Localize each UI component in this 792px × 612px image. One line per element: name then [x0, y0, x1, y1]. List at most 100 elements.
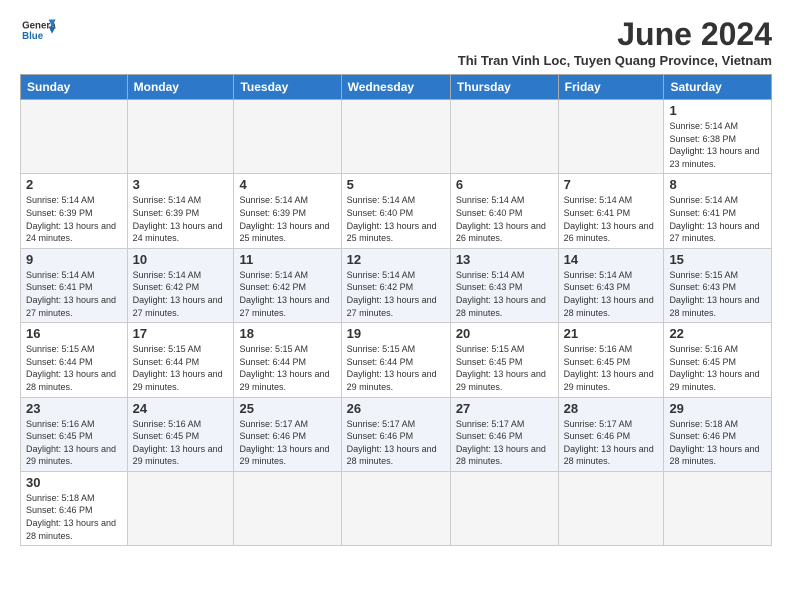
calendar-cell [127, 100, 234, 174]
calendar-cell: 25Sunrise: 5:17 AM Sunset: 6:46 PM Dayli… [234, 397, 341, 471]
weekday-header-monday: Monday [127, 75, 234, 100]
day-info: Sunrise: 5:15 AM Sunset: 6:43 PM Dayligh… [669, 269, 766, 319]
day-number: 3 [133, 177, 229, 192]
day-number: 27 [456, 401, 553, 416]
location-subtitle: Thi Tran Vinh Loc, Tuyen Quang Province,… [458, 53, 772, 68]
calendar-week-row: 9Sunrise: 5:14 AM Sunset: 6:41 PM Daylig… [21, 248, 772, 322]
day-info: Sunrise: 5:14 AM Sunset: 6:43 PM Dayligh… [456, 269, 553, 319]
day-info: Sunrise: 5:14 AM Sunset: 6:41 PM Dayligh… [564, 194, 659, 244]
calendar-cell [21, 100, 128, 174]
day-info: Sunrise: 5:16 AM Sunset: 6:45 PM Dayligh… [564, 343, 659, 393]
day-number: 18 [239, 326, 335, 341]
calendar-cell [341, 100, 450, 174]
day-number: 28 [564, 401, 659, 416]
day-info: Sunrise: 5:14 AM Sunset: 6:42 PM Dayligh… [239, 269, 335, 319]
title-area: June 2024 Thi Tran Vinh Loc, Tuyen Quang… [458, 16, 772, 68]
calendar-cell: 16 Sunrise: 5:15 AM Sunset: 6:44 PM Dayli… [21, 323, 128, 397]
day-number: 14 [564, 252, 659, 267]
calendar-table: SundayMondayTuesdayWednesdayThursdayFrid… [20, 74, 772, 546]
calendar-cell: 1Sunrise: 5:14 AM Sunset: 6:38 PM Daylig… [664, 100, 772, 174]
day-info: Sunrise: 5:15 AM Sunset: 6:44 PM Dayligh… [26, 343, 122, 393]
calendar-cell: 14 Sunrise: 5:14 AM Sunset: 6:43 PM Dayli… [558, 248, 664, 322]
day-info: Sunrise: 5:14 AM Sunset: 6:40 PM Dayligh… [347, 194, 445, 244]
day-info: Sunrise: 5:14 AM Sunset: 6:39 PM Dayligh… [26, 194, 122, 244]
day-number: 30 [26, 475, 122, 490]
calendar-cell [450, 100, 558, 174]
day-info: Sunrise: 5:15 AM Sunset: 6:45 PM Dayligh… [456, 343, 553, 393]
day-info: Sunrise: 5:14 AM Sunset: 6:41 PM Dayligh… [669, 194, 766, 244]
logo: General Blue [20, 16, 56, 46]
day-number: 9 [26, 252, 122, 267]
weekday-header-thursday: Thursday [450, 75, 558, 100]
calendar-cell: 27Sunrise: 5:17 AM Sunset: 6:46 PM Dayli… [450, 397, 558, 471]
weekday-header-wednesday: Wednesday [341, 75, 450, 100]
calendar-cell [450, 471, 558, 545]
calendar-cell: 11Sunrise: 5:14 AM Sunset: 6:42 PM Dayli… [234, 248, 341, 322]
day-info: Sunrise: 5:17 AM Sunset: 6:46 PM Dayligh… [564, 418, 659, 468]
weekday-header-friday: Friday [558, 75, 664, 100]
calendar-cell: 3 Sunrise: 5:14 AM Sunset: 6:39 PM Daylig… [127, 174, 234, 248]
day-info: Sunrise: 5:14 AM Sunset: 6:43 PM Dayligh… [564, 269, 659, 319]
calendar-cell: 18 Sunrise: 5:15 AM Sunset: 6:44 PM Dayli… [234, 323, 341, 397]
calendar-cell: 22Sunrise: 5:16 AM Sunset: 6:45 PM Dayli… [664, 323, 772, 397]
calendar-cell: 7 Sunrise: 5:14 AM Sunset: 6:41 PM Daylig… [558, 174, 664, 248]
calendar-cell: 13 Sunrise: 5:14 AM Sunset: 6:43 PM Dayli… [450, 248, 558, 322]
day-info: Sunrise: 5:15 AM Sunset: 6:44 PM Dayligh… [239, 343, 335, 393]
day-number: 13 [456, 252, 553, 267]
weekday-header-row: SundayMondayTuesdayWednesdayThursdayFrid… [21, 75, 772, 100]
month-title: June 2024 [458, 16, 772, 53]
calendar-cell: 28 Sunrise: 5:17 AM Sunset: 6:46 PM Dayli… [558, 397, 664, 471]
calendar-week-row: 23Sunrise: 5:16 AM Sunset: 6:45 PM Dayli… [21, 397, 772, 471]
day-number: 29 [669, 401, 766, 416]
calendar-cell: 15 Sunrise: 5:15 AM Sunset: 6:43 PM Dayli… [664, 248, 772, 322]
calendar-cell [234, 471, 341, 545]
day-info: Sunrise: 5:14 AM Sunset: 6:39 PM Dayligh… [239, 194, 335, 244]
day-info: Sunrise: 5:17 AM Sunset: 6:46 PM Dayligh… [347, 418, 445, 468]
calendar-cell: 12Sunrise: 5:14 AM Sunset: 6:42 PM Dayli… [341, 248, 450, 322]
calendar-cell: 4 Sunrise: 5:14 AM Sunset: 6:39 PM Daylig… [234, 174, 341, 248]
calendar-week-row: 30Sunrise: 5:18 AM Sunset: 6:46 PM Dayli… [21, 471, 772, 545]
day-info: Sunrise: 5:16 AM Sunset: 6:45 PM Dayligh… [26, 418, 122, 468]
day-info: Sunrise: 5:16 AM Sunset: 6:45 PM Dayligh… [133, 418, 229, 468]
day-info: Sunrise: 5:14 AM Sunset: 6:42 PM Dayligh… [347, 269, 445, 319]
day-number: 6 [456, 177, 553, 192]
day-number: 19 [347, 326, 445, 341]
calendar-cell: 29 Sunrise: 5:18 AM Sunset: 6:46 PM Dayli… [664, 397, 772, 471]
logo-icon: General Blue [20, 16, 56, 46]
calendar-cell: 26 Sunrise: 5:17 AM Sunset: 6:46 PM Dayli… [341, 397, 450, 471]
day-info: Sunrise: 5:14 AM Sunset: 6:40 PM Dayligh… [456, 194, 553, 244]
day-number: 5 [347, 177, 445, 192]
calendar-cell [127, 471, 234, 545]
calendar-cell: 2 Sunrise: 5:14 AM Sunset: 6:39 PM Daylig… [21, 174, 128, 248]
svg-text:Blue: Blue [22, 31, 44, 42]
calendar-cell [234, 100, 341, 174]
day-number: 20 [456, 326, 553, 341]
calendar-cell: 8 Sunrise: 5:14 AM Sunset: 6:41 PM Daylig… [664, 174, 772, 248]
day-number: 16 [26, 326, 122, 341]
day-number: 26 [347, 401, 445, 416]
calendar-cell: 19 Sunrise: 5:15 AM Sunset: 6:44 PM Dayli… [341, 323, 450, 397]
weekday-header-sunday: Sunday [21, 75, 128, 100]
day-number: 24 [133, 401, 229, 416]
day-info: Sunrise: 5:18 AM Sunset: 6:46 PM Dayligh… [669, 418, 766, 468]
calendar-cell: 9Sunrise: 5:14 AM Sunset: 6:41 PM Daylig… [21, 248, 128, 322]
day-info: Sunrise: 5:15 AM Sunset: 6:44 PM Dayligh… [347, 343, 445, 393]
day-number: 8 [669, 177, 766, 192]
day-number: 2 [26, 177, 122, 192]
day-number: 21 [564, 326, 659, 341]
calendar-cell: 24 Sunrise: 5:16 AM Sunset: 6:45 PM Dayli… [127, 397, 234, 471]
weekday-header-saturday: Saturday [664, 75, 772, 100]
calendar-cell: 20 Sunrise: 5:15 AM Sunset: 6:45 PM Dayli… [450, 323, 558, 397]
weekday-header-tuesday: Tuesday [234, 75, 341, 100]
calendar-cell: 30Sunrise: 5:18 AM Sunset: 6:46 PM Dayli… [21, 471, 128, 545]
calendar-cell: 5 Sunrise: 5:14 AM Sunset: 6:40 PM Daylig… [341, 174, 450, 248]
day-number: 4 [239, 177, 335, 192]
calendar-cell: 17Sunrise: 5:15 AM Sunset: 6:44 PM Dayli… [127, 323, 234, 397]
day-info: Sunrise: 5:14 AM Sunset: 6:39 PM Dayligh… [133, 194, 229, 244]
day-number: 15 [669, 252, 766, 267]
calendar-week-row: 16 Sunrise: 5:15 AM Sunset: 6:44 PM Dayli… [21, 323, 772, 397]
calendar-week-row: 2 Sunrise: 5:14 AM Sunset: 6:39 PM Daylig… [21, 174, 772, 248]
calendar-cell: 21 Sunrise: 5:16 AM Sunset: 6:45 PM Dayli… [558, 323, 664, 397]
day-number: 7 [564, 177, 659, 192]
day-number: 25 [239, 401, 335, 416]
